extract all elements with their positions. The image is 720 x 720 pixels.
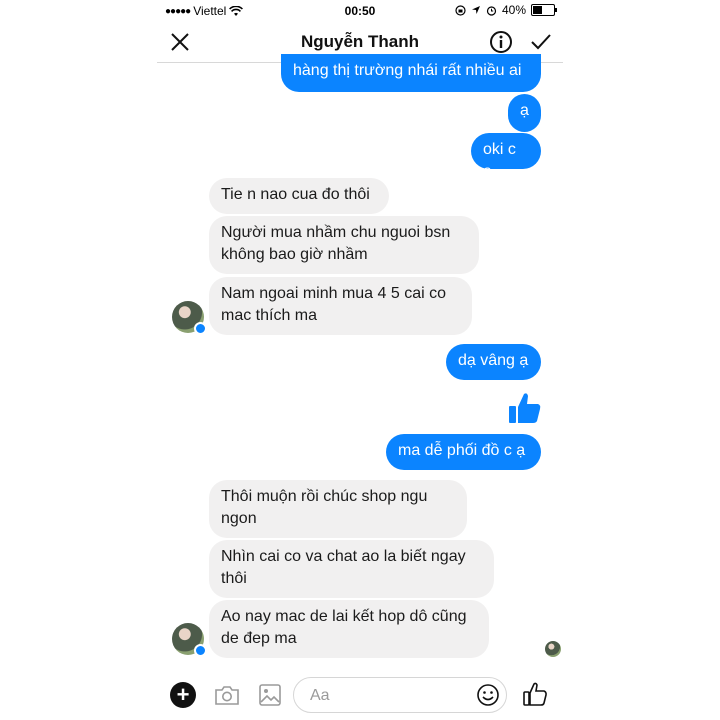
- emoji-icon[interactable]: [476, 683, 500, 707]
- location-arrow-icon: [471, 6, 480, 14]
- message-bubble[interactable]: oki c ạ: [471, 133, 541, 180]
- battery-icon: [531, 4, 557, 16]
- message-bubble[interactable]: Ao nay mac de lai kết hop dô cũng de đep…: [209, 600, 489, 658]
- messenger-badge-icon: [194, 322, 207, 335]
- message-bubble[interactable]: hàng thị trường nhái rất nhiều ai: [281, 54, 541, 92]
- rotation-lock-icon: [455, 4, 466, 16]
- seen-indicator-avatar: [545, 641, 561, 657]
- contact-avatar[interactable]: [172, 623, 207, 657]
- message-bubble[interactable]: Nhìn cai co va chat ao la biết ngay thôi: [209, 540, 494, 598]
- info-icon[interactable]: [487, 28, 515, 56]
- status-right: 40%: [455, 3, 557, 17]
- thumbs-up-icon[interactable]: [507, 390, 543, 426]
- checkmark-icon[interactable]: [527, 28, 555, 56]
- message-bubble[interactable]: dạ vâng ạ: [446, 344, 541, 380]
- messenger-screen: ●●●●● Viettel 00:50 40% Nguyễn Thanh hàn…: [157, 0, 563, 720]
- message-bubble[interactable]: Nam ngoai minh mua 4 5 cai co mac thích …: [209, 277, 472, 335]
- message-input-container: [293, 677, 507, 713]
- message-bubble[interactable]: ạ: [508, 94, 541, 132]
- messenger-badge-icon: [194, 644, 207, 657]
- message-bubble[interactable]: Tie n nao cua đo thôi: [209, 178, 389, 214]
- like-icon[interactable]: [522, 681, 548, 707]
- contact-avatar[interactable]: [172, 301, 207, 335]
- camera-icon[interactable]: [214, 683, 240, 707]
- battery-percent: 40%: [501, 3, 526, 17]
- message-composer: +: [157, 672, 563, 720]
- image-gallery-icon[interactable]: [258, 683, 282, 707]
- message-bubble[interactable]: Thôi muộn rồi chúc shop ngu ngon: [209, 480, 467, 538]
- message-bubble[interactable]: Người mua nhầm chu nguoi bsn không bao g…: [209, 216, 479, 274]
- message-input[interactable]: [308, 684, 472, 708]
- plus-icon[interactable]: +: [170, 682, 196, 708]
- message-bubble[interactable]: ma dễ phối đồ c ạ: [386, 434, 541, 470]
- status-bar: ●●●●● Viettel 00:50 40%: [157, 0, 563, 22]
- alarm-icon: [486, 5, 497, 16]
